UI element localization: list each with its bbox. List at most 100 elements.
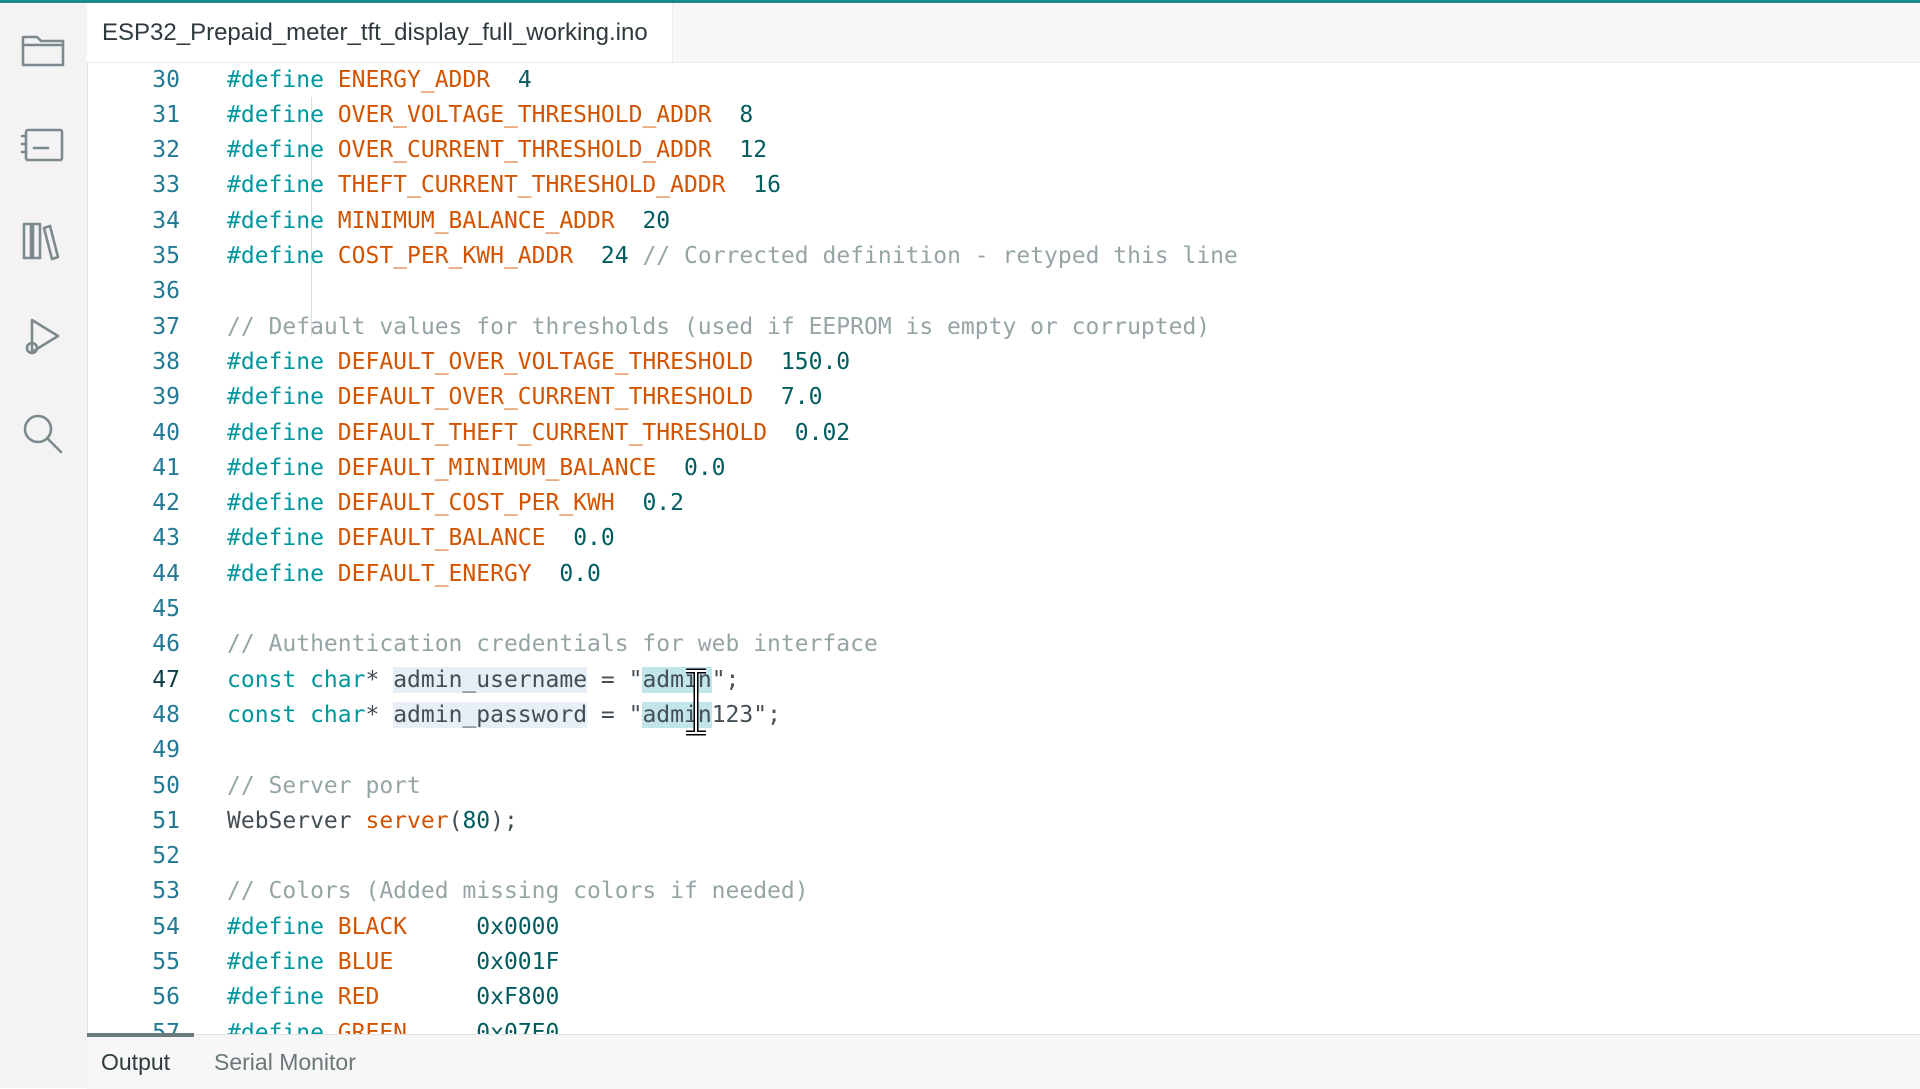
code-token: 12 xyxy=(739,137,768,164)
code-line[interactable]: 33 #define THEFT_CURRENT_THRESHOLD_ADDR 1… xyxy=(87,168,1920,203)
code-token: #define xyxy=(227,1019,338,1034)
code-token: OVER_CURRENT_THRESHOLD_ADDR xyxy=(337,137,712,164)
code-line[interactable]: 45 xyxy=(87,592,1920,627)
code-token: 0x07E0 xyxy=(476,1019,560,1034)
code-line[interactable]: 35 #define COST_PER_KWH_ADDR 24 // Correc… xyxy=(87,239,1920,274)
tab-serial-monitor[interactable]: Serial Monitor xyxy=(214,1035,356,1089)
code-token: = " xyxy=(587,666,643,693)
code-line[interactable]: 53 // Colors (Added missing colors if nee… xyxy=(87,874,1920,909)
code-text: #define RED 0xF800 xyxy=(227,984,559,1010)
code-token: server xyxy=(365,807,449,834)
code-token: admin_username xyxy=(393,666,588,693)
code-line[interactable]: 54 #define BLACK 0x0000 xyxy=(87,909,1920,944)
code-text: #define ENERGY_ADDR 4 xyxy=(227,67,532,93)
code-token: ( xyxy=(448,807,463,834)
line-number: 47 xyxy=(152,666,180,693)
line-number: 41 xyxy=(152,454,180,481)
code-line[interactable]: 51 WebServer server(80); xyxy=(87,803,1920,838)
code-line[interactable]: 42 #define DEFAULT_COST_PER_KWH 0.2 xyxy=(87,486,1920,521)
code-token: 20 xyxy=(642,207,671,234)
code-line[interactable]: 36 xyxy=(87,274,1920,309)
debug-icon[interactable] xyxy=(16,310,70,364)
code-token: 123"; xyxy=(711,701,781,728)
library-icon[interactable] xyxy=(16,214,70,268)
line-number: 50 xyxy=(152,772,180,799)
tab-output[interactable]: Output xyxy=(86,1033,195,1089)
code-line[interactable]: 49 xyxy=(87,733,1920,768)
line-number: 45 xyxy=(152,596,180,622)
code-line[interactable]: 30 #define ENERGY_ADDR 4 xyxy=(87,62,1920,97)
code-text: #define OVER_CURRENT_THRESHOLD_ADDR 12 xyxy=(227,137,767,163)
code-line[interactable]: 31 #define OVER_VOLTAGE_THRESHOLD_ADDR 8 xyxy=(87,97,1920,132)
code-line[interactable]: 32 #define OVER_CURRENT_THRESHOLD_ADDR 12 xyxy=(87,133,1920,168)
code-line[interactable]: 56 #define RED 0xF800 xyxy=(87,980,1920,1015)
code-token: DEFAULT_ENERGY xyxy=(337,560,532,587)
code-text: #define DEFAULT_MINIMUM_BALANCE 0.0 xyxy=(227,455,726,481)
code-token: #define xyxy=(227,454,338,481)
code-text: #define DEFAULT_OVER_VOLTAGE_THRESHOLD 1… xyxy=(227,349,850,375)
line-number: 43 xyxy=(152,525,180,552)
code-token: BLACK xyxy=(337,913,408,940)
code-token: const char xyxy=(227,701,366,728)
code-line[interactable]: 50 // Server port xyxy=(87,768,1920,803)
board-icon[interactable] xyxy=(16,118,70,172)
code-line[interactable]: 41 #define DEFAULT_MINIMUM_BALANCE 0.0 xyxy=(87,450,1920,485)
code-token: #define xyxy=(227,560,338,587)
code-line[interactable]: 48 const char* admin_password = "admin123… xyxy=(87,697,1920,732)
code-token: BLUE xyxy=(337,949,394,975)
code-token: DEFAULT_BALANCE xyxy=(337,525,546,552)
code-token: #define xyxy=(227,525,338,552)
code-token: WebServer xyxy=(227,807,366,834)
line-number: 54 xyxy=(152,913,180,940)
code-line[interactable]: 47 const char* admin_username = "admin"; xyxy=(87,662,1920,697)
line-number: 51 xyxy=(152,807,180,834)
code-line[interactable]: 37 // Default values for thresholds (used… xyxy=(87,309,1920,344)
code-token: 24 xyxy=(600,243,629,269)
code-token: #define xyxy=(227,384,338,411)
code-line[interactable]: 43 #define DEFAULT_BALANCE 0.0 xyxy=(87,521,1920,556)
code-line[interactable]: 40 #define DEFAULT_THEFT_CURRENT_THRESHOL… xyxy=(87,415,1920,450)
folder-icon[interactable] xyxy=(16,23,70,77)
code-token: GREEN xyxy=(337,1019,408,1034)
code-text: #define DEFAULT_BALANCE 0.0 xyxy=(227,525,615,551)
code-line[interactable]: 34 #define MINIMUM_BALANCE_ADDR 20 xyxy=(87,203,1920,238)
code-text: WebServer server(80); xyxy=(227,808,518,834)
line-number: 35 xyxy=(152,243,180,269)
code-token: // Colors (Added missing colors if neede… xyxy=(227,878,809,905)
line-number: 30 xyxy=(152,66,180,93)
text-cursor-icon xyxy=(686,668,706,736)
code-text: #define GREEN 0x07E0 xyxy=(227,1020,559,1034)
code-line[interactable]: 38 #define DEFAULT_OVER_VOLTAGE_THRESHOLD… xyxy=(87,344,1920,379)
tab-sketch-file[interactable]: ESP32_Prepaid_meter_tft_display_full_wor… xyxy=(87,3,673,62)
code-line[interactable]: 46 // Authentication credentials for web … xyxy=(87,627,1920,662)
code-text: #define THEFT_CURRENT_THRESHOLD_ADDR 16 xyxy=(227,172,781,198)
code-line[interactable]: 39 #define DEFAULT_OVER_CURRENT_THRESHOLD… xyxy=(87,380,1920,415)
code-token: THEFT_CURRENT_THRESHOLD_ADDR xyxy=(337,172,726,199)
line-number: 49 xyxy=(152,737,180,764)
code-line[interactable]: 44 #define DEFAULT_ENERGY 0.0 xyxy=(87,556,1920,591)
code-token: DEFAULT_OVER_VOLTAGE_THRESHOLD xyxy=(337,348,754,375)
code-token: "; xyxy=(711,666,740,693)
code-editor[interactable]: 30 #define ENERGY_ADDR 4 31 #define OVER_VO… xyxy=(87,62,1920,1035)
code-line[interactable]: 55 #define BLUE 0x001F xyxy=(87,945,1920,980)
code-token: 0.0 xyxy=(573,525,615,552)
code-token: 0.02 xyxy=(794,419,851,446)
search-icon[interactable] xyxy=(16,407,70,461)
code-token: #define xyxy=(227,137,338,164)
code-token: const char xyxy=(227,666,366,693)
line-number: 42 xyxy=(152,490,180,517)
code-line[interactable]: 57 #define GREEN 0x07E0 xyxy=(87,1015,1920,1034)
bottom-panel: Output Serial Monitor xyxy=(86,1033,1920,1089)
code-text: // Authentication credentials for web in… xyxy=(227,631,878,657)
code-line[interactable]: 52 xyxy=(87,839,1920,874)
code-token: COST_PER_KWH_ADDR xyxy=(337,243,574,269)
code-token: // Corrected definition - retyped this l… xyxy=(642,243,1238,269)
activity-bar xyxy=(0,3,88,1088)
code-token: MINIMUM_BALANCE_ADDR xyxy=(337,207,615,234)
code-text: #define OVER_VOLTAGE_THRESHOLD_ADDR 8 xyxy=(227,102,753,128)
